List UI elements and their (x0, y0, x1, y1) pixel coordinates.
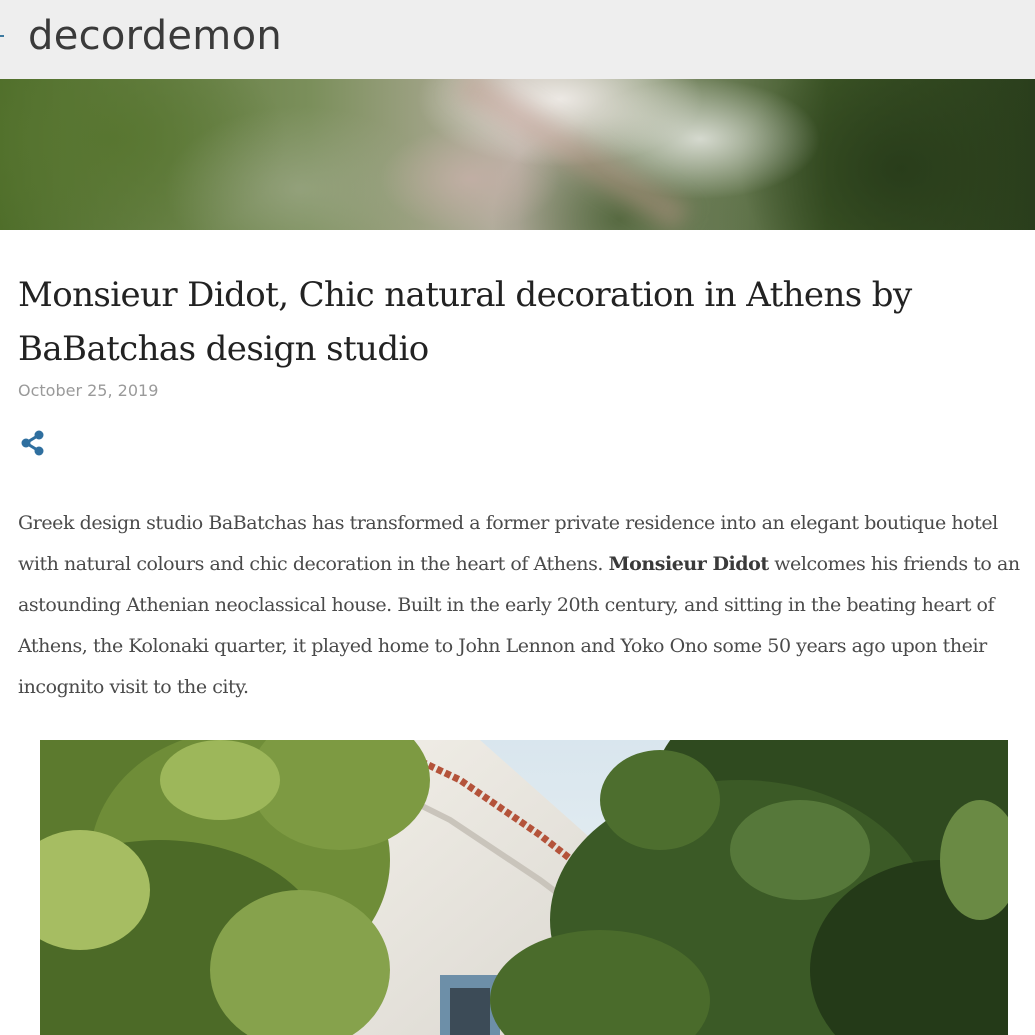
hero-roofline (454, 79, 691, 230)
site-header: decordemon (0, 0, 1035, 79)
menu-icon[interactable] (0, 35, 4, 37)
post-photo (40, 740, 1008, 1035)
post-body-bold: Monsieur Didot (608, 553, 770, 575)
post-title: Monsieur Didot, Chic natural decoration … (18, 275, 912, 369)
site-title-link[interactable]: decordemon (28, 10, 282, 62)
post-date[interactable]: October 25, 2019 (18, 379, 158, 403)
hero-banner (0, 79, 1035, 230)
post-body: Greek design studio BaBatchas has transf… (18, 503, 1033, 708)
share-icon[interactable] (20, 429, 46, 457)
